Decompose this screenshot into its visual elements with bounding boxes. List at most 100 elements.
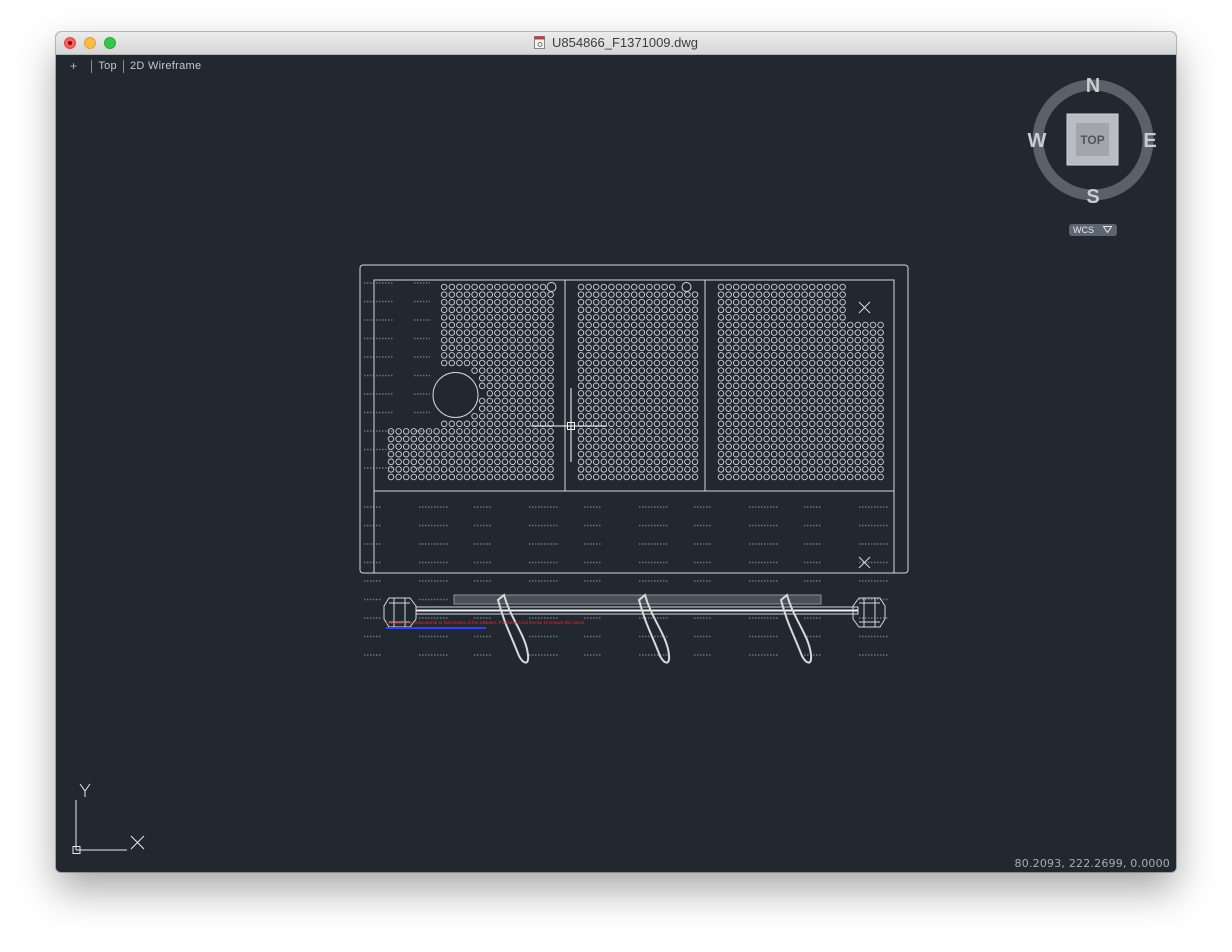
perforation-hole: [661, 374, 668, 382]
perforation-hole: [524, 397, 532, 405]
perforation-hole: [763, 390, 770, 397]
perforation-hole: [778, 473, 786, 481]
perforation-hole: [501, 298, 509, 306]
perforation-hole: [684, 443, 691, 450]
perforation-hole: [532, 329, 539, 336]
perforation-hole: [793, 374, 801, 382]
perforation-hole: [748, 435, 755, 443]
perforation-hole: [516, 329, 524, 336]
perforation-hole: [494, 405, 501, 412]
perforation-hole: [877, 443, 884, 450]
perforation-hole: [668, 352, 676, 359]
perforation-hole: [608, 352, 615, 359]
perforation-hole: [471, 283, 478, 291]
perforation-hole: [516, 420, 524, 428]
perforation-hole: [862, 466, 869, 473]
perforation-hole: [646, 435, 653, 443]
perforation-hole: [668, 428, 676, 435]
perforation-hole: [509, 283, 516, 291]
perforation-hole: [585, 450, 592, 458]
perforation-hole: [778, 352, 786, 359]
perforation-hole: [786, 321, 793, 329]
perforation-hole: [509, 435, 516, 443]
perforation-hole: [478, 443, 486, 450]
perforation-hole: [547, 336, 554, 344]
perforation-hole: [831, 306, 839, 314]
perforation-hole: [463, 428, 471, 435]
perforation-hole: [440, 443, 448, 450]
perforation-hole: [831, 420, 839, 428]
perforation-hole: [824, 374, 831, 382]
perforation-hole: [808, 435, 816, 443]
perforation-hole: [630, 466, 638, 473]
perforation-hole: [862, 390, 869, 397]
perforation-hole: [501, 291, 509, 298]
perforation-hole: [608, 390, 615, 397]
perforation-hole: [740, 458, 748, 466]
perforation-hole: [623, 283, 630, 291]
perforation-hole: [509, 450, 516, 458]
perforation-hole: [755, 306, 763, 314]
perforation-hole: [824, 450, 831, 458]
perforation-hole: [440, 291, 448, 298]
perforation-hole: [577, 428, 585, 435]
perforation-hole: [770, 283, 778, 291]
perforation-hole: [463, 344, 471, 352]
perforation-hole: [786, 382, 793, 390]
perforation-hole: [839, 329, 846, 336]
perforation-hole: [684, 321, 691, 329]
perforation-hole: [471, 321, 478, 329]
perforation-hole: [630, 397, 638, 405]
perforation-hole: [869, 321, 877, 329]
perforation-hole: [585, 390, 592, 397]
perforation-hole: [801, 397, 808, 405]
perforation-hole: [725, 283, 732, 291]
perforation-hole: [600, 306, 608, 314]
perforation-hole: [623, 321, 630, 329]
perforation-hole: [494, 298, 501, 306]
perforation-hole: [524, 298, 532, 306]
perforation-hole: [494, 473, 501, 481]
perforation-hole: [478, 336, 486, 344]
perforation-hole: [646, 428, 653, 435]
cad-drawing[interactable]: Created by an educational or trial versi…: [56, 55, 1176, 872]
perforation-hole: [684, 367, 691, 374]
perforation-hole: [717, 306, 725, 314]
perforation-hole: [501, 435, 509, 443]
perforation-hole: [532, 352, 539, 359]
perforation-hole: [793, 352, 801, 359]
perforation-hole: [646, 374, 653, 382]
perforation-hole: [387, 450, 395, 458]
perforation-hole: [486, 397, 494, 405]
perforation-hole: [854, 352, 862, 359]
perforation-hole: [691, 420, 699, 428]
perforation-hole: [755, 329, 763, 336]
perforation-hole: [440, 359, 448, 367]
perforation-hole: [418, 473, 425, 481]
perforation-hole: [494, 435, 501, 443]
perforation-hole: [577, 291, 585, 298]
perforation-hole: [717, 450, 725, 458]
perforation-hole: [763, 450, 770, 458]
perforation-hole: [748, 336, 755, 344]
perforation-hole: [854, 428, 862, 435]
perforation-hole: [854, 359, 862, 367]
perforation-hole: [755, 390, 763, 397]
perforation-hole: [793, 306, 801, 314]
perforation-hole: [448, 298, 456, 306]
perforation-hole: [623, 466, 630, 473]
perforation-hole: [501, 428, 509, 435]
perforation-hole: [793, 329, 801, 336]
perforation-hole: [592, 344, 600, 352]
perforation-hole: [539, 390, 547, 397]
perforation-hole: [846, 412, 854, 420]
drawing-viewport[interactable]: + Top 2D Wireframe TOP N S E W WCS Creat…: [56, 55, 1176, 872]
perforation-hole: [440, 344, 448, 352]
perforation-hole: [668, 306, 676, 314]
perforation-hole: [524, 352, 532, 359]
perforation-hole: [793, 405, 801, 412]
perforation-hole: [668, 397, 676, 405]
perforation-hole: [824, 435, 831, 443]
perforation-hole: [608, 458, 615, 466]
perforation-hole: [501, 412, 509, 420]
